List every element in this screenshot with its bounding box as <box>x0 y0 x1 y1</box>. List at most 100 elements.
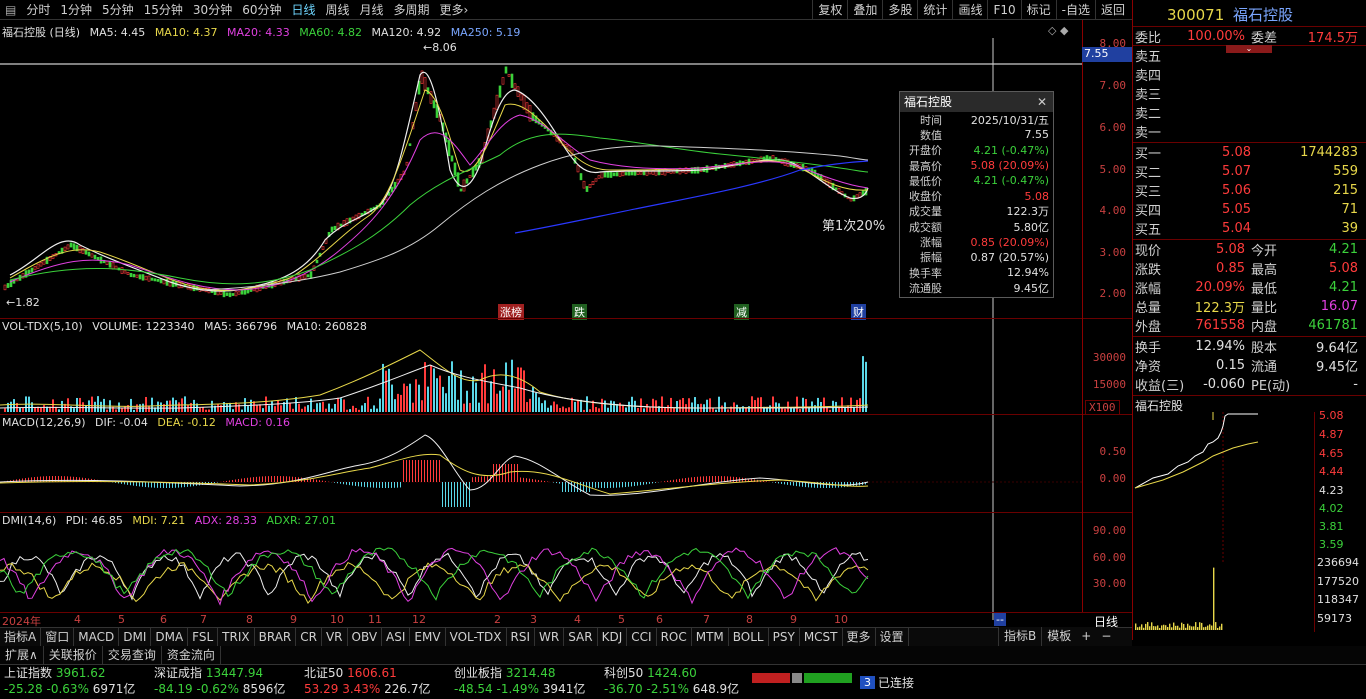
indicator-tab[interactable]: CR <box>296 628 322 646</box>
related-quotes-tab[interactable]: 关联报价 <box>44 646 103 664</box>
indicator-tab[interactable]: BRAR <box>255 628 297 646</box>
indicator-tab[interactable]: 窗口 <box>41 628 74 646</box>
bid-row[interactable]: 买四5.0571 <box>1133 200 1366 219</box>
collapse-icon[interactable]: ⌄ <box>1226 45 1272 53</box>
bid-row[interactable]: 买二5.07559 <box>1133 162 1366 181</box>
remove-watchlist-button[interactable]: -自选 <box>1056 0 1095 20</box>
stat-value: -0.060 <box>1187 377 1251 392</box>
order-diff-label: 委差 <box>1251 27 1287 46</box>
index-item[interactable]: 北证50 1606.6153.29 3.43% 226.7亿 <box>300 665 450 699</box>
indicator-tab[interactable]: DMI <box>119 628 151 646</box>
restore-rights-button[interactable]: 复权 <box>812 0 847 20</box>
volume-bar <box>124 406 126 412</box>
stat-value: 9.64亿 <box>1297 337 1364 356</box>
indicator-tab[interactable]: SAR <box>564 628 597 646</box>
time-cursor: -- <box>994 613 1006 626</box>
indicator-tab[interactable]: FSL <box>188 628 218 646</box>
macd-bar <box>142 482 143 487</box>
volume-bar <box>241 410 243 412</box>
period-tab[interactable]: 5分钟 <box>97 0 139 20</box>
period-tab-active[interactable]: 日线 <box>286 0 320 20</box>
menu-icon[interactable]: ▤ <box>0 0 21 20</box>
indicator-tab[interactable]: ROC <box>657 628 692 646</box>
index-item[interactable]: 深证成指 13447.94-84.19 -0.62% 8596亿 <box>150 665 300 699</box>
indicator-tab[interactable]: MACD <box>74 628 119 646</box>
period-tab[interactable]: 1分钟 <box>55 0 97 20</box>
indicator-tab[interactable]: PSY <box>769 628 800 646</box>
expand-button[interactable]: 扩展∧ <box>0 646 44 664</box>
indicator-tab[interactable]: ASI <box>382 628 410 646</box>
period-tab[interactable]: 60分钟 <box>237 0 286 20</box>
index-item[interactable]: 上证指数 3961.62-25.28 -0.63% 6971亿 <box>0 665 150 699</box>
template-button[interactable]: 模板 <box>1041 627 1076 646</box>
volume-bar <box>667 405 669 412</box>
period-tab[interactable]: 30分钟 <box>188 0 237 20</box>
indicator-tab[interactable]: 更多 <box>843 628 876 646</box>
index-amount: 8596亿 <box>243 682 286 696</box>
indicator-tab[interactable]: VOL-TDX <box>446 628 507 646</box>
volume-bar <box>448 376 450 412</box>
bid-row[interactable]: 买三5.06215 <box>1133 181 1366 200</box>
mini-volume-bar <box>1195 622 1196 630</box>
close-icon[interactable]: ✕ <box>1037 92 1047 112</box>
indicator-tab[interactable]: CCI <box>627 628 656 646</box>
volume-bar <box>442 387 444 412</box>
mini-volume-bar <box>1171 627 1172 630</box>
indicator-tab[interactable]: BOLL <box>729 628 769 646</box>
volume-bar <box>841 397 843 412</box>
indicator-tab[interactable]: DMA <box>151 628 188 646</box>
tooltip-header: 福石控股✕ <box>900 92 1053 112</box>
period-tab[interactable]: 周线 <box>321 0 355 20</box>
data-tooltip-window[interactable]: 福石控股✕ 时间2025/10/31/五数值7.55开盘价4.21 (-0.47… <box>899 91 1054 298</box>
index-item[interactable]: 创业板指 3214.48-48.54 -1.49% 3941亿 <box>450 665 600 699</box>
tooltip-key: 收盘价 <box>900 188 942 204</box>
period-tab[interactable]: 15分钟 <box>139 0 188 20</box>
f10-button[interactable]: F10 <box>987 0 1020 20</box>
indicator-tab[interactable]: TRIX <box>218 628 254 646</box>
indicator-tab[interactable]: VR <box>322 628 348 646</box>
macd-tick: 0.50 <box>1100 445 1127 458</box>
indicator-tab[interactable]: WR <box>535 628 564 646</box>
index-item[interactable]: 科创50 1424.60-36.70 -2.51% 648.9亿 <box>600 665 750 699</box>
stats-button[interactable]: 统计 <box>917 0 952 20</box>
indicator-tab[interactable]: OBV <box>348 628 383 646</box>
volume-bar <box>526 402 528 412</box>
draw-line-button[interactable]: 画线 <box>952 0 987 20</box>
volume-bar <box>193 400 195 412</box>
indicator-tab[interactable]: 设置 <box>876 628 909 646</box>
indicator-tab[interactable]: MCST <box>800 628 843 646</box>
period-tab[interactable]: 月线 <box>355 0 389 20</box>
mark-button[interactable]: 标记 <box>1021 0 1056 20</box>
period-tab[interactable]: 多周期 <box>389 0 435 20</box>
indicator-tab[interactable]: EMV <box>410 628 445 646</box>
volume-bar <box>535 393 537 412</box>
mini-intraday[interactable]: 福石控股 5.08 4.87 4.65 4.44 4.23 4.02 3.81 … <box>1133 396 1366 633</box>
indicator-tab[interactable]: KDJ <box>598 628 628 646</box>
period-tab[interactable]: 更多› <box>435 0 474 20</box>
indicator-tab[interactable]: RSI <box>507 628 536 646</box>
indicator-b-button[interactable]: 指标B <box>998 627 1041 646</box>
multi-stock-button[interactable]: 多股 <box>882 0 917 20</box>
bid-row[interactable]: 买五5.0439 <box>1133 219 1366 238</box>
indicator-tab[interactable]: 指标A <box>0 628 41 646</box>
macd-bar <box>355 482 356 486</box>
overlay-button[interactable]: 叠加 <box>847 0 882 20</box>
zoom-in-button[interactable]: + <box>1076 627 1096 646</box>
zoom-out-button[interactable]: − <box>1096 627 1116 646</box>
back-button[interactable]: 返回 <box>1095 0 1130 20</box>
stat-row: 外盘761558内盘461781 <box>1133 316 1366 335</box>
candle <box>661 169 663 174</box>
volume-bar <box>439 376 441 412</box>
macd-bar <box>130 482 131 485</box>
period-tab[interactable]: 分时 <box>21 0 55 20</box>
capital-flow-tab[interactable]: 资金流向 <box>162 646 221 664</box>
connection-status[interactable]: 3 已连接 <box>860 674 914 691</box>
volume-bar <box>589 409 591 412</box>
volume-bar <box>199 408 201 412</box>
trade-query-tab[interactable]: 交易查询 <box>103 646 162 664</box>
dmi-adx: ADX: 28.33 <box>195 514 257 527</box>
bid-row[interactable]: 买一5.081744283 <box>1133 143 1366 162</box>
indicator-tab[interactable]: MTM <box>692 628 729 646</box>
volume-bar <box>187 405 189 412</box>
macd-bar <box>796 482 797 486</box>
